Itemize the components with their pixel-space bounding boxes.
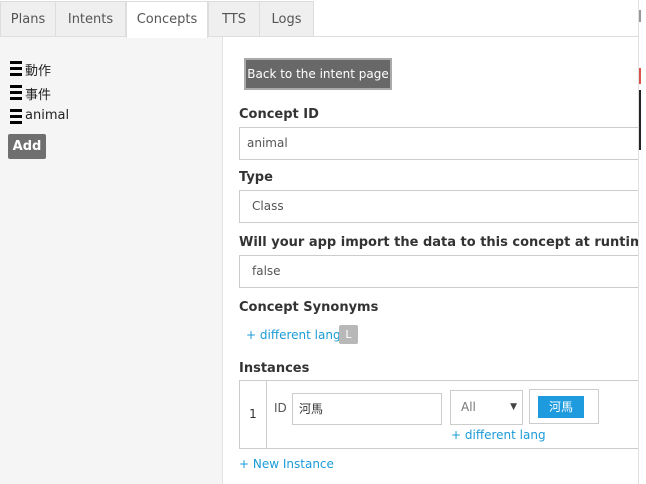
tab-logs[interactable]: Logs (259, 1, 314, 36)
back-to-intent-button[interactable]: Back to the intent page (244, 58, 392, 90)
new-instance-link[interactable]: + New Instance (239, 457, 334, 471)
concept-sidebar: 動作 事件 animal Add (0, 37, 223, 484)
caret-down-icon: ▼ (510, 402, 517, 412)
runtime-label: Will your app import the data to this co… (239, 235, 646, 250)
drag-handle-icon[interactable] (10, 61, 22, 77)
instance-id-label: ID (274, 401, 287, 415)
add-concept-button[interactable]: Add (8, 134, 46, 159)
tab-tts[interactable]: TTS (208, 1, 260, 36)
concept-editor: Back to the intent page Concept ID anima… (223, 37, 646, 484)
tab-intents[interactable]: Intents (55, 1, 126, 36)
tab-plans[interactable]: Plans (0, 1, 56, 36)
sidebar-item-label: 事件 (25, 88, 52, 103)
instance-id-input[interactable]: 河馬 (292, 393, 442, 425)
sidebar-item-label: 動作 (25, 64, 52, 79)
instance-row-number: 1 (240, 381, 267, 448)
type-label: Type (239, 170, 273, 185)
instance-different-lang-link[interactable]: + different lang (451, 428, 546, 442)
instances-label: Instances (239, 361, 310, 376)
lang-badge[interactable]: L (339, 325, 358, 344)
instance-lang-select[interactable]: All ▼ (450, 390, 523, 425)
tab-bar: Plans Intents Concepts TTS Logs (0, 0, 638, 38)
type-select[interactable]: Class (239, 190, 646, 223)
instance-synonym-box[interactable]: 河馬 (529, 389, 599, 424)
instances-table: 1 ID 河馬 All ▼ 河馬 + different lang (239, 380, 646, 449)
drag-handle-icon[interactable] (10, 109, 22, 125)
drag-handle-icon[interactable] (10, 85, 22, 101)
instance-lang-value: All (461, 400, 476, 414)
concept-id-input[interactable]: animal (239, 127, 646, 160)
concept-id-label: Concept ID (239, 107, 319, 122)
edge-marker (639, 90, 641, 150)
synonym-tag[interactable]: 河馬 (538, 396, 584, 418)
edge-marker (639, 10, 641, 22)
synonym-different-lang-link[interactable]: + different lang (246, 328, 341, 342)
tab-concepts[interactable]: Concepts (126, 1, 208, 38)
runtime-select[interactable]: false (239, 255, 646, 288)
edge-marker (639, 68, 641, 84)
sidebar-item-label: animal (25, 108, 70, 123)
synonyms-label: Concept Synonyms (239, 300, 379, 315)
